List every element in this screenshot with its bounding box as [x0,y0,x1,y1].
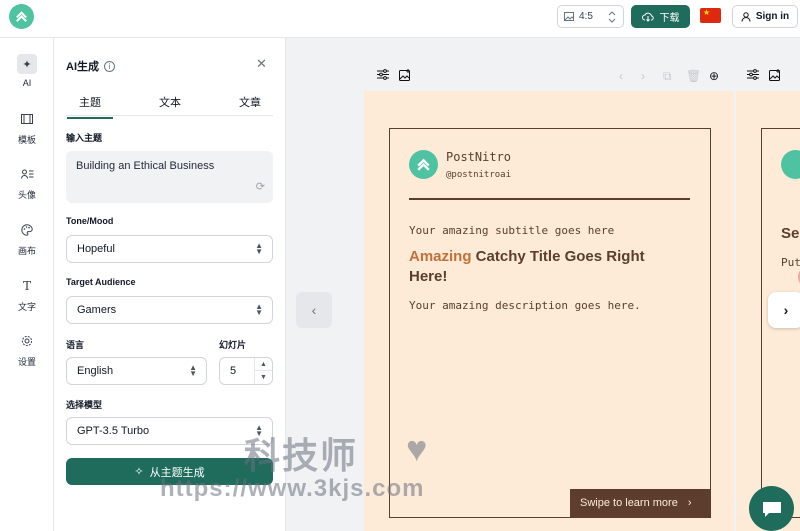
model-value: GPT-3.5 Turbo [77,425,150,437]
palette-icon [17,220,37,240]
aspect-ratio-select[interactable]: 4:5 [557,5,624,28]
chevron-updown-icon: ▲ ▼ [255,302,263,317]
rail-label: 文字 [17,302,36,312]
heart-icon: ♥ [406,428,428,469]
sparkle-icon: ✧ [134,466,144,478]
language-value: English [77,365,114,377]
chevron-updown-icon: ▲ ▼ [255,241,263,256]
sign-in-button[interactable]: Sign in [732,5,798,28]
rail-item-canvas[interactable]: 画布 [0,220,54,264]
divider [409,198,690,200]
app-logo[interactable] [9,4,34,29]
slides-label: 幻灯片 [219,340,247,350]
avatar-icon [17,164,37,184]
sliders-icon[interactable] [377,69,389,83]
watermark-cn: 科技师 [244,435,359,476]
increment-button[interactable]: ▲ [255,358,272,371]
topic-input[interactable]: Building an Ethical Business ⟳ [66,151,273,203]
panel-title-text: AI生成 [66,61,99,73]
china-flag-icon[interactable]: ★ [700,8,721,23]
slides-value: 5 [230,365,237,377]
slide-description[interactable]: Your amazing description goes here. [409,299,641,312]
next-slide-button[interactable]: › [768,292,800,328]
chevron-right-icon[interactable]: › [641,69,645,83]
image-icon [564,12,574,21]
download-label: 下载 [659,13,680,24]
brand-logo-icon [781,150,800,179]
sign-in-label: Sign in [755,11,790,22]
add-image-icon[interactable] [399,69,411,84]
rail-label: 头像 [17,190,36,200]
rail-item-templates[interactable]: 模板 [0,109,54,153]
topic-label: 输入主题 [66,133,103,143]
tab-article[interactable]: 文章 [239,94,261,110]
tone-value: Hopeful [77,243,115,255]
swipe-label: Swipe to learn more [580,497,678,509]
download-button[interactable]: 下载 [631,5,690,28]
rail-label: 设置 [17,357,36,367]
close-icon[interactable]: ✕ [256,56,267,72]
tone-select[interactable]: Hopeful ▲ ▼ [66,235,273,263]
chevron-updown-icon: ▲ ▼ [189,363,197,378]
panel-tabs: 主题 文本 文章 [66,92,273,119]
slides-stepper[interactable]: 5 ▲ ▼ [219,357,273,385]
topic-value: Building an Ethical Business [76,160,215,172]
decrement-button[interactable]: ▼ [255,371,272,384]
audience-value: Gamers [77,304,117,316]
chevron-right-icon: › [687,497,692,509]
sparkle-icon: ✦ [17,54,37,74]
audience-select[interactable]: Gamers ▲ ▼ [66,296,273,324]
slide-2-title: Se [781,225,800,242]
slide-subtitle[interactable]: Your amazing subtitle goes here [409,224,614,237]
chat-button[interactable] [749,486,794,531]
tab-text[interactable]: 文本 [159,94,181,110]
refresh-icon[interactable]: ⟳ [256,180,265,193]
prev-slide-button[interactable]: ‹ [296,292,332,328]
rail-label: 模板 [17,135,36,145]
duplicate-icon[interactable]: ⧉ [663,69,672,84]
audience-label: Target Audience [66,277,136,287]
rail-item-text[interactable]: T 文字 [0,276,54,320]
add-slide-icon[interactable]: ⊕ [709,69,719,83]
headline-highlight: Amazing [409,248,472,265]
chevron-right-icon: › [783,302,789,318]
brand-handle: @postnitroai [446,170,512,180]
aspect-ratio-label: 4:5 [579,11,593,22]
rail-item-ai[interactable]: ✦ AI [0,54,54,98]
slide-2-subtitle: Put [781,256,800,269]
panel-title: AI生成 i [66,58,115,74]
brand-name: PostNitro [446,150,512,164]
add-image-icon[interactable] [769,69,781,84]
watermark-url: https://www.3kjs.com [160,475,425,502]
tone-label: Tone/Mood [66,216,114,226]
language-label: 语言 [66,340,85,350]
chat-icon [762,501,781,517]
cloud-download-icon [641,12,654,22]
brand-logo-icon [409,150,438,179]
gear-icon [17,331,37,351]
left-rail: ✦ AI 模板 头像 画布 T 文字 设置 [0,38,54,531]
slide-headline[interactable]: Amazing Catchy Title Goes Right Here! [409,247,679,287]
tab-topic[interactable]: 主题 [67,94,113,119]
language-select[interactable]: English ▲ ▼ [66,357,207,385]
chevron-up-logo-icon [16,11,27,22]
text-icon: T [22,279,31,293]
info-icon[interactable]: i [104,60,115,72]
model-label: 选择模型 [66,400,103,410]
rail-label: 画布 [17,246,36,256]
template-icon [17,109,37,129]
trash-icon[interactable]: 🗑 [686,69,701,83]
rail-item-avatar[interactable]: 头像 [0,164,54,208]
watermark: 科技师 ♥ https://www.3kjs.com [160,427,450,507]
user-icon [741,11,751,22]
sliders-icon[interactable] [747,69,759,83]
chevron-left-icon: ‹ [311,302,317,318]
chevron-updown-icon [608,11,616,23]
swipe-cta: Swipe to learn more › [570,489,711,517]
rail-item-settings[interactable]: 设置 [0,331,54,375]
chevron-left-icon[interactable]: ‹ [619,69,623,83]
top-bar: 4:5 下载 ★ Sign in [0,0,800,38]
rail-label: AI [22,78,32,88]
